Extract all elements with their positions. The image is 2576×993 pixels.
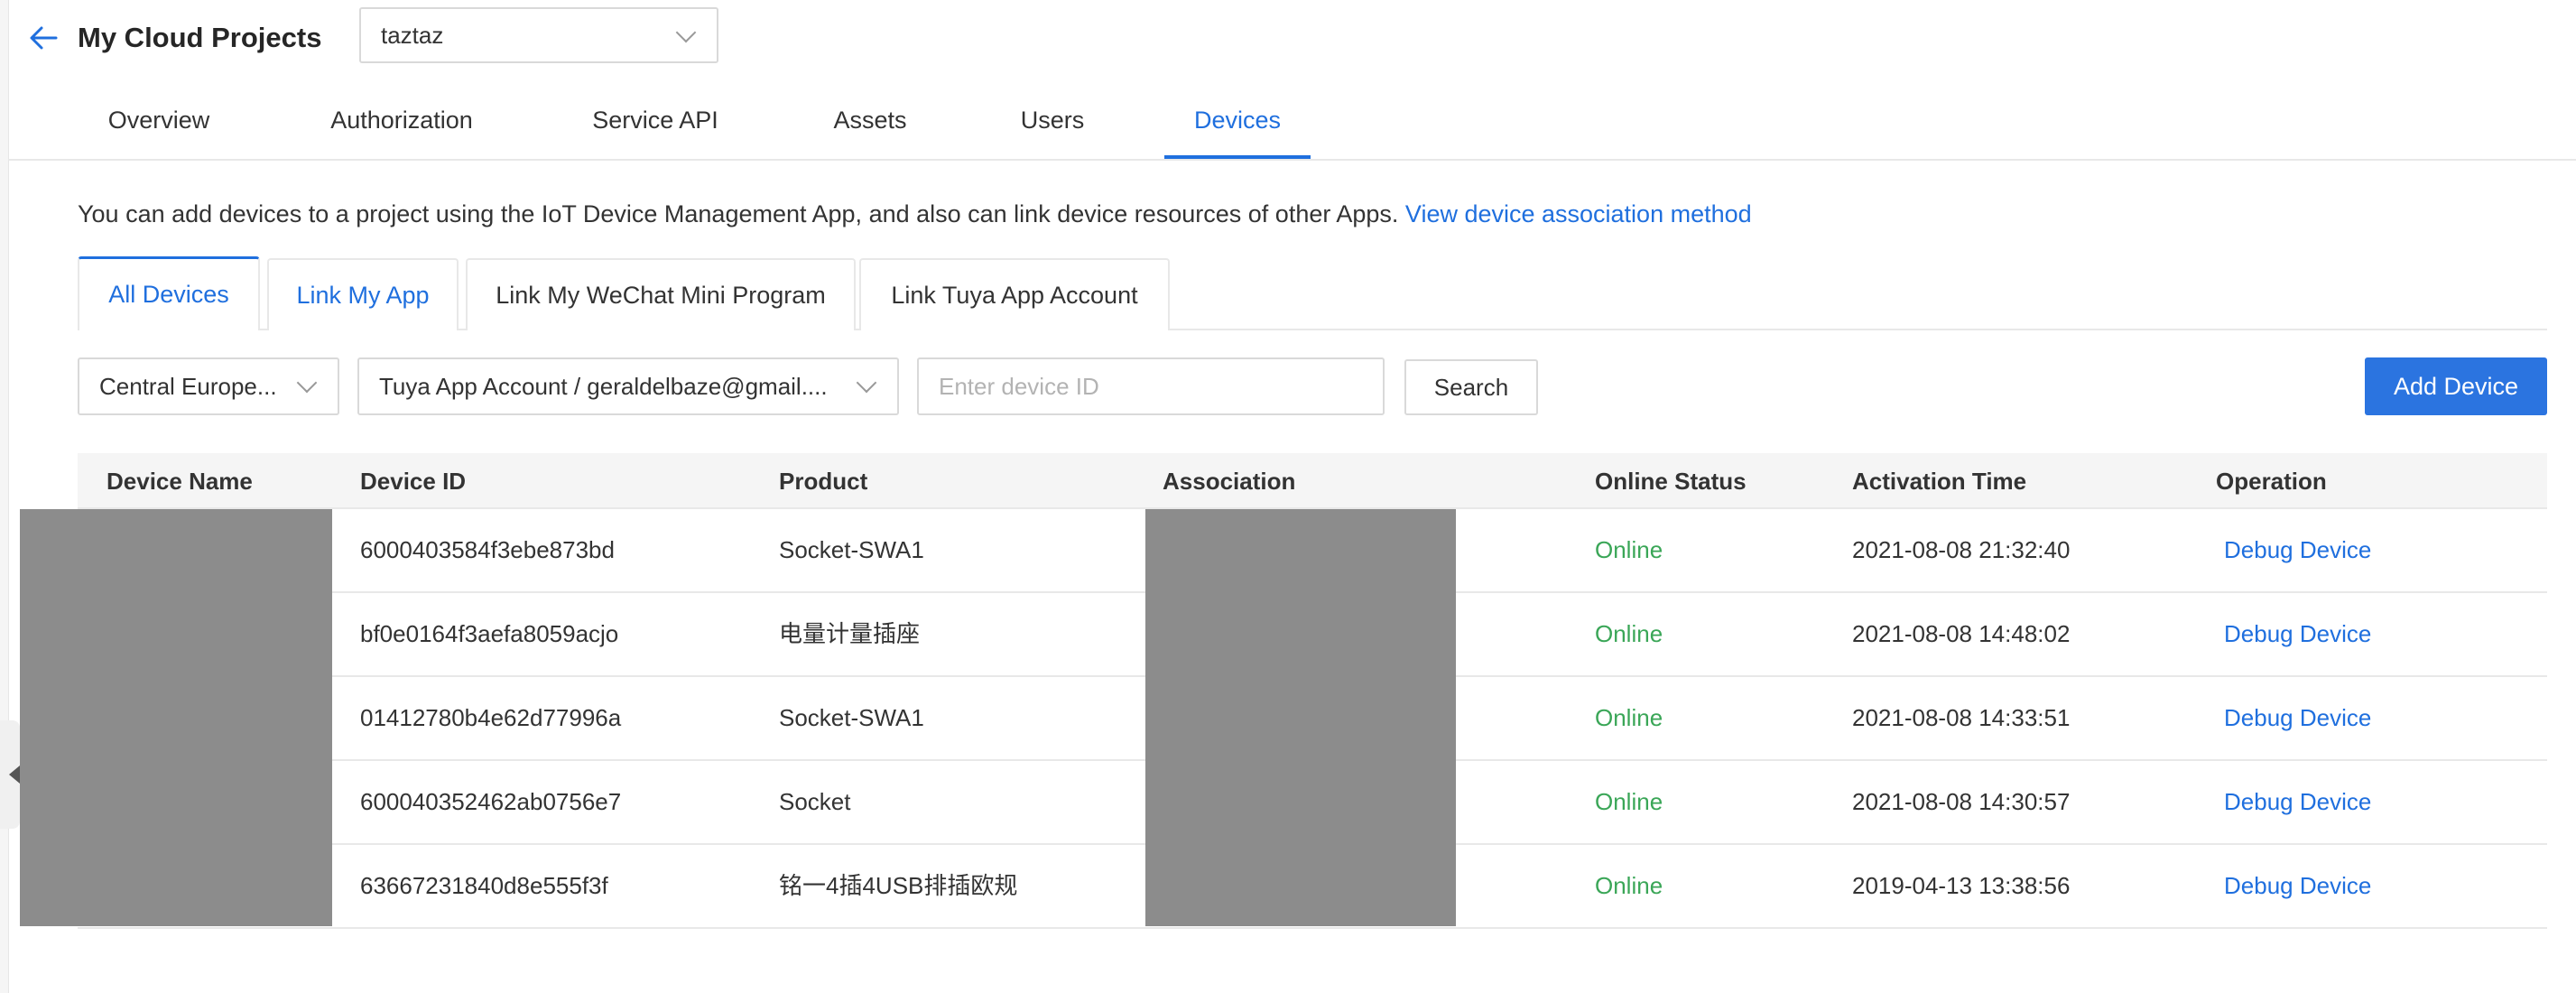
activation-time-cell: 2019-04-13 13:38:56 bbox=[1852, 872, 2071, 899]
online-status-cell: Online bbox=[1595, 872, 1663, 899]
info-text: You can add devices to a project using t… bbox=[78, 200, 1752, 228]
main-tabs: Overview Authorization Service API Asset… bbox=[8, 90, 2576, 161]
column-header-association: Association bbox=[1163, 468, 1296, 495]
tab-devices[interactable]: Devices bbox=[1164, 90, 1311, 159]
view-association-method-link[interactable]: View device association method bbox=[1405, 200, 1752, 227]
online-status-cell: Online bbox=[1595, 536, 1663, 563]
account-select-value: Tuya App Account / geraldelbaze@gmail...… bbox=[379, 373, 828, 400]
debug-device-link[interactable]: Debug Device bbox=[2224, 845, 2371, 926]
tab-authorization[interactable]: Authorization bbox=[311, 90, 492, 159]
device-id-cell: bf0e0164f3aefa8059acjo bbox=[360, 620, 619, 647]
region-select[interactable]: Central Europe... bbox=[78, 357, 339, 415]
tab-assets[interactable]: Assets bbox=[811, 90, 929, 159]
product-cell: 铭一4插4USB排插欧规 bbox=[779, 872, 1018, 899]
column-header-activation-time: Activation Time bbox=[1852, 468, 2027, 495]
device-id-input[interactable] bbox=[917, 357, 1385, 415]
device-id-cell: 6000403584f3ebe873bd bbox=[360, 536, 615, 563]
caret-left-icon bbox=[9, 766, 20, 784]
redacted-device-names bbox=[20, 509, 332, 926]
back-arrow-icon[interactable] bbox=[25, 20, 61, 56]
project-select[interactable]: taztaz bbox=[359, 7, 718, 63]
info-description: You can add devices to a project using t… bbox=[78, 200, 1399, 227]
debug-device-link[interactable]: Debug Device bbox=[2224, 509, 2371, 590]
column-header-device-id: Device ID bbox=[360, 468, 467, 495]
product-cell: 电量计量插座 bbox=[779, 620, 921, 647]
tab-service-api[interactable]: Service API bbox=[565, 90, 746, 159]
tab-overview[interactable]: Overview bbox=[78, 90, 240, 159]
subtab-link-tuya-app-account[interactable]: Link Tuya App Account bbox=[859, 258, 1170, 330]
subtab-link-wechat-mini-program[interactable]: Link My WeChat Mini Program bbox=[466, 258, 856, 330]
column-header-online-status: Online Status bbox=[1595, 468, 1747, 495]
chevron-down-icon bbox=[856, 372, 877, 394]
online-status-cell: Online bbox=[1595, 704, 1663, 731]
add-device-button[interactable]: Add Device bbox=[2365, 357, 2547, 415]
device-id-cell: 63667231840d8e555f3f bbox=[360, 872, 608, 899]
subtab-all-devices[interactable]: All Devices bbox=[78, 256, 260, 330]
activation-time-cell: 2021-08-08 14:33:51 bbox=[1852, 704, 2071, 731]
redacted-associations bbox=[1145, 509, 1456, 926]
table-header: Device Name Device ID Product Associatio… bbox=[78, 453, 2547, 509]
activation-time-cell: 2021-08-08 21:32:40 bbox=[1852, 536, 2071, 563]
project-select-value: taztaz bbox=[381, 22, 444, 49]
column-header-operation: Operation bbox=[2216, 468, 2327, 495]
tab-users[interactable]: Users bbox=[1001, 90, 1104, 159]
column-header-product: Product bbox=[779, 468, 868, 495]
column-header-device-name: Device Name bbox=[107, 468, 253, 495]
subtab-link-my-app[interactable]: Link My App bbox=[267, 258, 459, 330]
search-button[interactable]: Search bbox=[1404, 359, 1538, 415]
activation-time-cell: 2021-08-08 14:48:02 bbox=[1852, 620, 2071, 647]
product-cell: Socket-SWA1 bbox=[779, 536, 924, 563]
online-status-cell: Online bbox=[1595, 620, 1663, 647]
debug-device-link[interactable]: Debug Device bbox=[2224, 677, 2371, 758]
page-title: My Cloud Projects bbox=[78, 22, 322, 53]
product-cell: Socket-SWA1 bbox=[779, 704, 924, 731]
device-id-cell: 600040352462ab0756e7 bbox=[360, 788, 622, 815]
region-select-value: Central Europe... bbox=[99, 373, 277, 400]
online-status-cell: Online bbox=[1595, 788, 1663, 815]
account-select[interactable]: Tuya App Account / geraldelbaze@gmail...… bbox=[357, 357, 899, 415]
debug-device-link[interactable]: Debug Device bbox=[2224, 593, 2371, 674]
debug-device-link[interactable]: Debug Device bbox=[2224, 761, 2371, 842]
chevron-down-icon bbox=[675, 22, 697, 43]
product-cell: Socket bbox=[779, 788, 851, 815]
sidebar-collapse-handle[interactable] bbox=[0, 720, 20, 829]
chevron-down-icon bbox=[296, 372, 318, 394]
activation-time-cell: 2021-08-08 14:30:57 bbox=[1852, 788, 2071, 815]
device-id-cell: 01412780b4e62d77996a bbox=[360, 704, 622, 731]
